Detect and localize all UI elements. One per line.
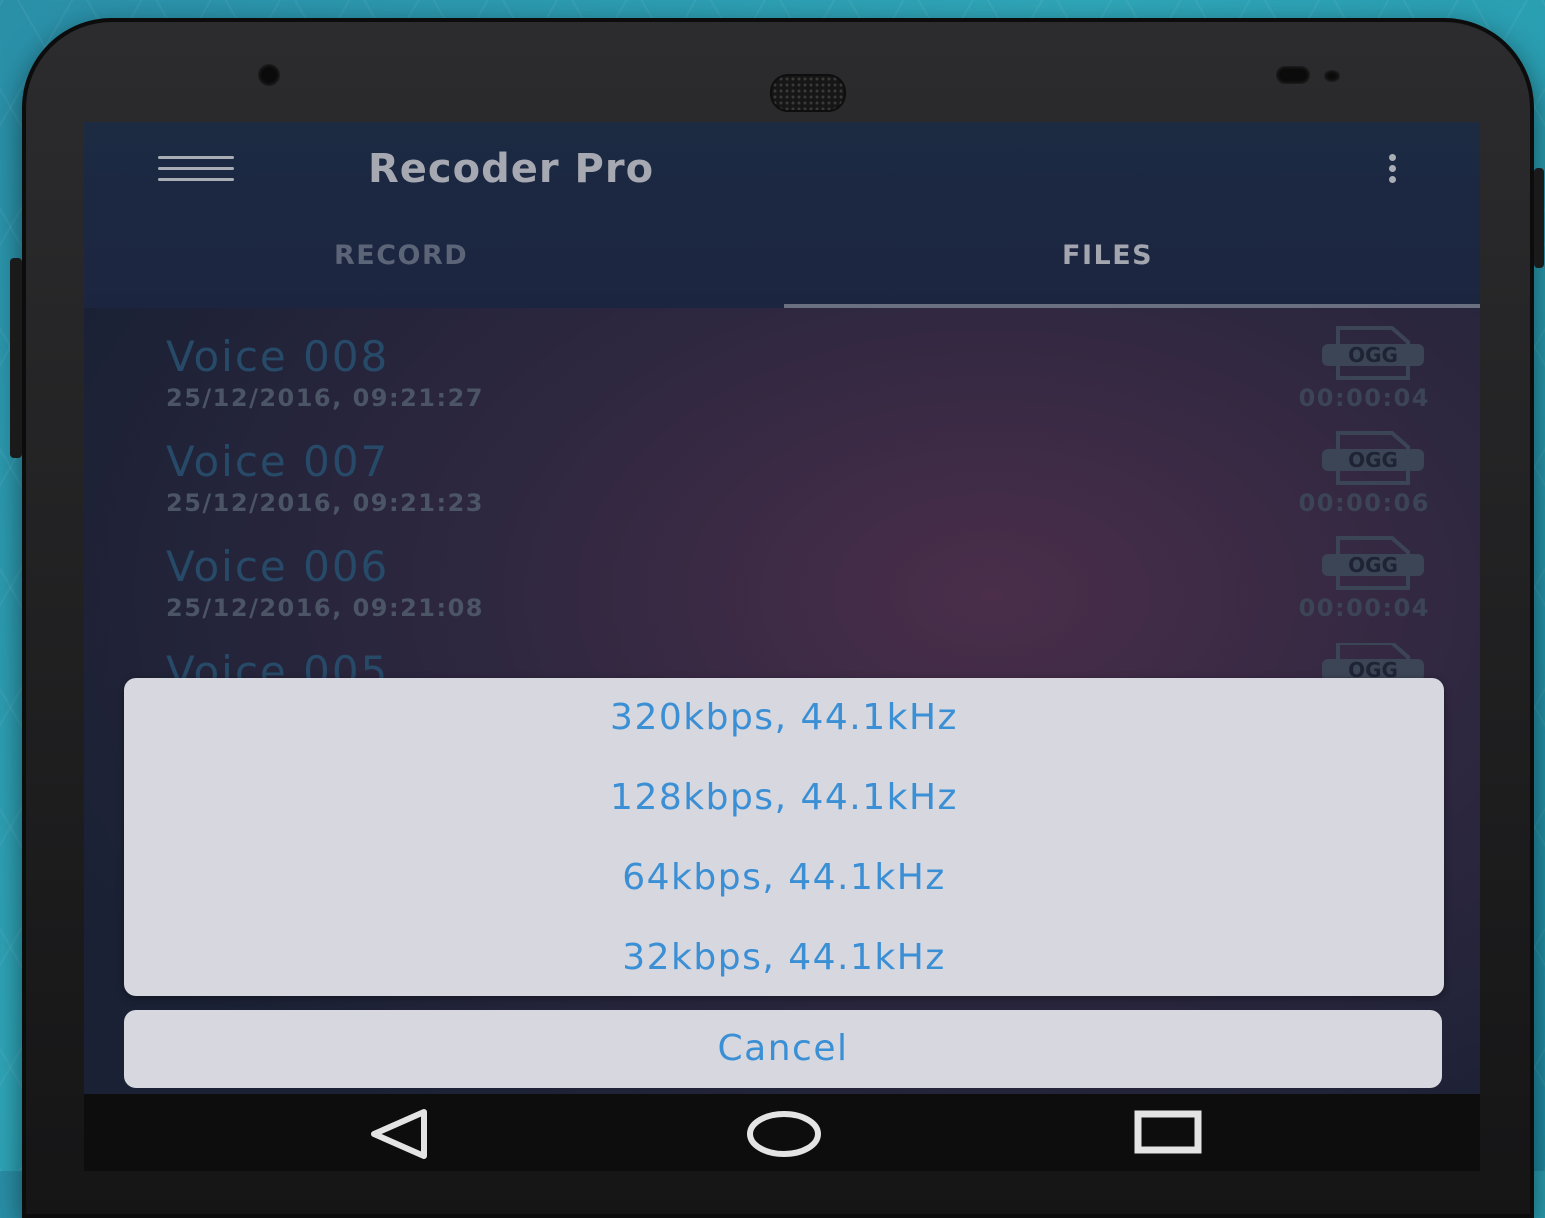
tab-files[interactable]: FILES: [1062, 240, 1153, 271]
more-options-icon[interactable]: [1384, 154, 1400, 188]
home-icon[interactable]: [744, 1104, 824, 1164]
recents-icon[interactable]: [1128, 1104, 1208, 1164]
list-item[interactable]: Voice 007 25/12/2016, 09:21:23 OGG 00:00…: [84, 431, 1480, 537]
menu-icon[interactable]: [158, 156, 234, 182]
system-nav-bar: [84, 1094, 1480, 1171]
option-128kbps[interactable]: 128kbps, 44.1kHz: [124, 758, 1444, 838]
list-item[interactable]: Voice 005 OGG: [84, 643, 1480, 679]
option-64kbps[interactable]: 64kbps, 44.1kHz: [124, 838, 1444, 918]
proximity-sensor: [1276, 66, 1310, 84]
tab-record[interactable]: RECORD: [334, 240, 468, 271]
light-sensor: [1324, 70, 1340, 82]
bitrate-action-sheet: 320kbps, 44.1kHz 128kbps, 44.1kHz 64kbps…: [124, 678, 1444, 996]
svg-text:OGG: OGG: [1348, 658, 1398, 679]
tab-indicator: [784, 304, 1480, 308]
file-name: Voice 005: [166, 647, 390, 679]
list-item[interactable]: Voice 008 25/12/2016, 09:21:27 OGG 00:00…: [84, 326, 1480, 432]
file-duration: 00:00:04: [1298, 384, 1430, 412]
volume-button: [10, 258, 22, 458]
file-date: 25/12/2016, 09:21:23: [166, 489, 484, 517]
earpiece-speaker: [770, 74, 846, 112]
option-320kbps[interactable]: 320kbps, 44.1kHz: [124, 678, 1444, 758]
cancel-button[interactable]: Cancel: [124, 1010, 1442, 1088]
ogg-file-icon: OGG: [1322, 536, 1424, 590]
back-icon[interactable]: [360, 1104, 440, 1164]
app-title: Recoder Pro: [368, 146, 655, 192]
file-date: 25/12/2016, 09:21:08: [166, 594, 484, 622]
file-name: Voice 007: [166, 437, 390, 486]
file-name: Voice 008: [166, 332, 390, 381]
svg-text:OGG: OGG: [1348, 343, 1398, 367]
file-duration: 00:00:04: [1298, 594, 1430, 622]
option-32kbps[interactable]: 32kbps, 44.1kHz: [124, 918, 1444, 998]
power-button: [1534, 168, 1544, 268]
list-item[interactable]: Voice 006 25/12/2016, 09:21:08 OGG 00:00…: [84, 536, 1480, 642]
ogg-file-icon: OGG: [1322, 431, 1424, 485]
file-name: Voice 006: [166, 542, 390, 591]
file-duration: 00:00:06: [1298, 489, 1430, 517]
ogg-file-icon: OGG: [1322, 326, 1424, 380]
svg-text:OGG: OGG: [1348, 553, 1398, 577]
svg-text:OGG: OGG: [1348, 448, 1398, 472]
app-bar: Recoder Pro RECORD FILES: [84, 122, 1480, 308]
front-camera: [258, 64, 280, 86]
file-date: 25/12/2016, 09:21:27: [166, 384, 484, 412]
ogg-file-icon: OGG: [1322, 643, 1424, 679]
